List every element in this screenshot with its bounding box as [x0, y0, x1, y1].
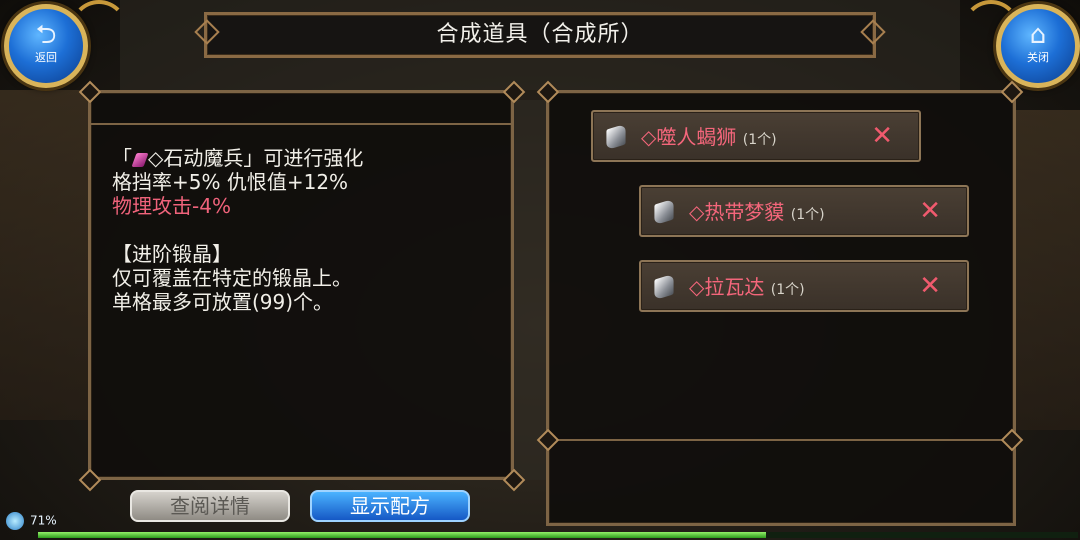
ornament-swirl-left [70, 0, 128, 58]
material-name: ◇噬人蝎狮 [641, 125, 737, 149]
progress-bar [38, 532, 1078, 538]
show-recipe-button[interactable]: 显示配方 [310, 490, 470, 522]
remove-icon[interactable]: ✕ [919, 195, 941, 227]
stat-bonus-line: 格挡率+5% 仇恨值+12% [112, 170, 349, 194]
panel-divider [91, 123, 511, 125]
title-bar: 合成道具（合成所） [194, 12, 886, 58]
category-heading: 【进阶锻晶】 [112, 242, 232, 266]
material-slot[interactable]: ◇热带梦貘 (1个) ✕ [639, 185, 969, 237]
ornament-swirl-right [962, 0, 1020, 58]
enhance-text: 」可进行强化 [243, 146, 364, 170]
battery-percent: 71% [30, 513, 57, 528]
material-count: (1个) [770, 282, 805, 298]
material-count: (1个) [742, 132, 777, 148]
material-name: ◇热带梦貘 [689, 200, 785, 224]
remove-icon[interactable]: ✕ [919, 270, 941, 302]
panel-divider [549, 439, 1013, 441]
crystal-icon [131, 152, 149, 167]
close-label: 关闭 [1027, 51, 1049, 64]
material-count: (1个) [790, 207, 825, 223]
material-slot[interactable]: ◇拉瓦达 (1个) ✕ [639, 260, 969, 312]
bracket-open: 「 [112, 146, 132, 170]
remove-icon[interactable]: ✕ [871, 120, 893, 152]
material-slot[interactable]: ◇噬人蝎狮 (1个) ✕ [591, 110, 921, 162]
battery-icon [6, 512, 24, 530]
progress-fill [38, 532, 766, 538]
material-name: ◇拉瓦达 [689, 275, 765, 299]
enhance-line: 「 ◇石动魔兵」可进行强化 [112, 146, 363, 170]
background-pillar [512, 100, 546, 480]
page-title: 合成道具（合成所） [436, 22, 644, 47]
background-shelf-left [0, 90, 90, 420]
crystal-icon [654, 198, 674, 226]
battery-indicator: 71% [6, 512, 57, 530]
background-shelf-right [1015, 110, 1080, 430]
usage-note: 仅可覆盖在特定的锻晶上。 [112, 266, 352, 290]
item-description: 「 ◇石动魔兵」可进行强化 格挡率+5% 仇恨值+12% 物理攻击-4% 【进阶锻… [112, 146, 363, 314]
back-label: 返回 [35, 51, 57, 64]
stat-penalty-line: 物理攻击-4% [112, 194, 231, 218]
crystal-icon [606, 123, 626, 151]
crystal-icon [654, 273, 674, 301]
view-details-button[interactable]: 查阅详情 [130, 490, 290, 522]
stack-note: 单格最多可放置(99)个。 [112, 290, 334, 314]
item-name: ◇石动魔兵 [148, 146, 244, 170]
